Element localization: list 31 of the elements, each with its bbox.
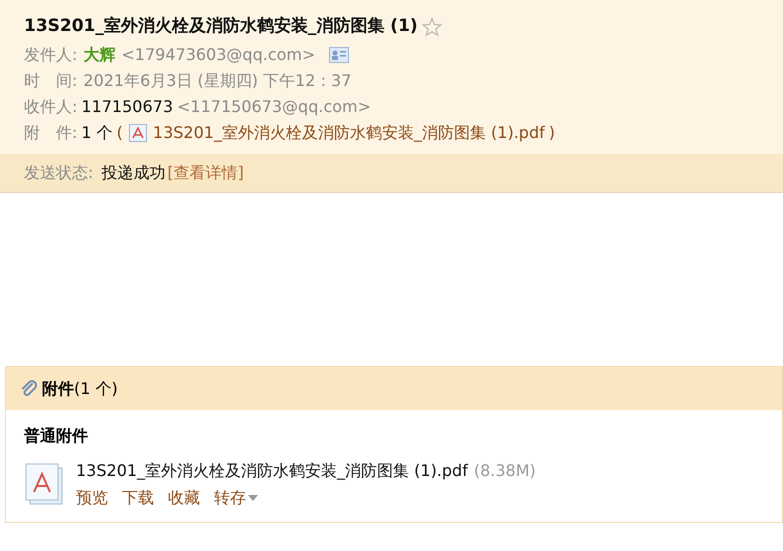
attachment-count: 1 个 bbox=[81, 122, 113, 144]
recipient-name: 117150673 bbox=[81, 96, 174, 118]
contact-card-icon[interactable] bbox=[329, 47, 350, 63]
dropdown-caret-icon bbox=[248, 495, 258, 501]
file-size: (8.38M) bbox=[474, 460, 536, 482]
file-name: 13S201_室外消火栓及消防水鹤安装_消防图集 (1).pdf bbox=[76, 460, 468, 482]
recipient-address: <117150673@qq.com> bbox=[177, 96, 372, 118]
status-label: 发送状态: bbox=[24, 162, 94, 184]
section-title: 普通附件 bbox=[24, 425, 89, 447]
status-value: 投递成功 bbox=[101, 162, 166, 184]
field-label: 收件人: bbox=[24, 96, 78, 118]
paren: ( bbox=[116, 122, 123, 144]
field-label: 发件人: bbox=[24, 44, 78, 66]
file-action-link[interactable]: 下载 bbox=[122, 486, 154, 510]
star-icon[interactable] bbox=[422, 17, 442, 37]
file-action-link[interactable]: 预览 bbox=[76, 486, 108, 510]
field-label: 附 件: bbox=[24, 122, 78, 144]
sent-time: 2021年6月3日 (星期四) 下午12 : 37 bbox=[83, 70, 352, 92]
file-action-link[interactable]: 收藏 bbox=[168, 486, 200, 510]
attachments-title: 附件 bbox=[42, 378, 74, 400]
file-action-link[interactable]: 转存 bbox=[214, 486, 258, 510]
paperclip-icon bbox=[20, 380, 38, 398]
pdf-file-icon[interactable] bbox=[24, 462, 64, 506]
sender-address: <179473603@qq.com> bbox=[121, 44, 316, 66]
pdf-icon bbox=[128, 124, 147, 142]
mail-subject: 13S201_室外消火栓及消防水鹤安装_消防图集 (1) bbox=[24, 15, 418, 38]
details-link[interactable]: [查看详情] bbox=[167, 161, 244, 185]
paren: ) bbox=[548, 122, 555, 144]
field-label: 时 间: bbox=[24, 70, 78, 92]
attachments-count: (1 个) bbox=[74, 378, 118, 400]
attachment-link[interactable]: 13S201_室外消火栓及消防水鹤安装_消防图集 (1).pdf bbox=[152, 121, 545, 145]
